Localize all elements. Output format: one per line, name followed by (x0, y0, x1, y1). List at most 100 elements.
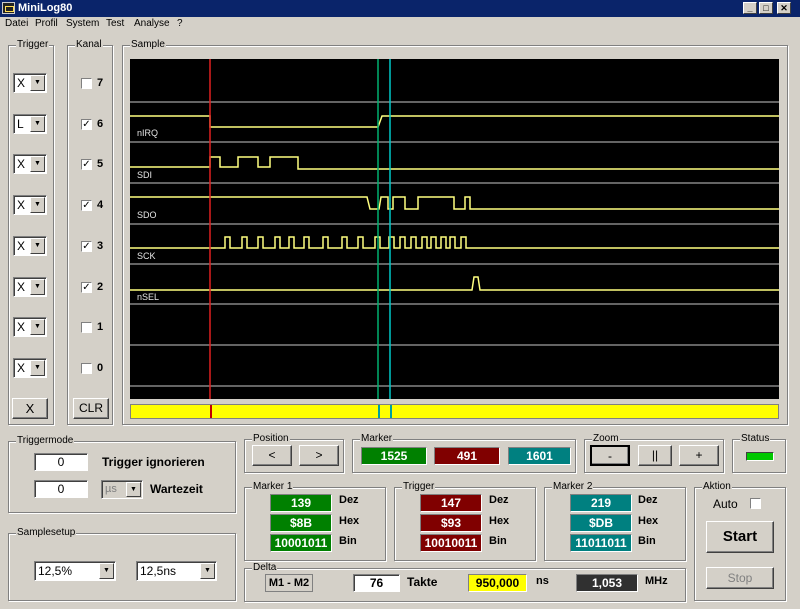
channel-clr-button[interactable]: CLR (73, 398, 109, 419)
chevron-down-icon[interactable]: ▼ (30, 238, 45, 254)
chevron-down-icon[interactable]: ▼ (30, 75, 45, 91)
chevron-down-icon[interactable]: ▼ (30, 319, 45, 335)
waveform-display[interactable]: nIRQ SDI SDO SCK nSEL (130, 59, 779, 399)
trigger-select-value: X (17, 361, 26, 375)
trigger-ignore-input[interactable]: 0 (34, 453, 88, 471)
chevron-down-icon[interactable]: ▼ (126, 482, 141, 497)
close-button[interactable]: ✕ (777, 2, 791, 14)
sample-period-select[interactable]: 12,5ns ▼ (136, 561, 217, 581)
timeline-marker2-mark (390, 405, 392, 418)
delta-mhz-label: MHz (645, 575, 668, 587)
channel-checkbox-0[interactable] (81, 363, 92, 374)
marker2-bin-label: Bin (638, 535, 656, 547)
sample-rate-select[interactable]: 12,5% ▼ (34, 561, 116, 581)
signal-label-sdo: SDO (137, 210, 157, 220)
marker1-position: 1525 (361, 447, 427, 465)
trigger-select-value: X (17, 76, 26, 90)
auto-checkbox[interactable] (750, 498, 761, 509)
timeline-trigger-mark (210, 405, 212, 418)
trigger-group-label: Trigger (16, 39, 50, 51)
chevron-down-icon[interactable]: ▼ (99, 563, 114, 579)
delta-group-label: Delta (252, 562, 278, 574)
marker1-dez-label: Dez (339, 494, 359, 506)
marker2-bin: 11011011 (570, 534, 632, 552)
signal-trace-sdi (130, 156, 779, 170)
trigger-select-ch4[interactable]: X ▼ (13, 195, 47, 215)
triggermode-group-label: Triggermode (16, 435, 75, 447)
channel-number-label: 6 (97, 118, 104, 130)
channel-number-label: 1 (97, 321, 104, 333)
channel-checkbox-4[interactable]: ✓ (81, 200, 92, 211)
trigger-ignore-label: Trigger ignorieren (102, 455, 205, 469)
stop-button[interactable]: Stop (706, 567, 774, 589)
menu-bar: Datei Profil System Test Analyse ? (0, 17, 800, 32)
menu-system[interactable]: System (66, 18, 99, 29)
position-left-button[interactable]: < (252, 445, 292, 466)
delta-mode[interactable]: M1 - M2 (265, 574, 313, 592)
chevron-down-icon[interactable]: ▼ (30, 360, 45, 376)
trigger-dez: 147 (420, 494, 482, 512)
start-button[interactable]: Start (706, 521, 774, 553)
marker1-bin-label: Bin (339, 535, 357, 547)
wait-time-input[interactable]: 0 (34, 480, 88, 498)
trigger-clear-button[interactable]: X (12, 398, 48, 419)
trigger-select-ch1[interactable]: X ▼ (13, 317, 47, 337)
channel-checkbox-2[interactable]: ✓ (81, 282, 92, 293)
chevron-down-icon[interactable]: ▼ (30, 279, 45, 295)
auto-label: Auto (713, 497, 738, 511)
marker2-dez: 219 (570, 494, 632, 512)
trigger-select-ch2[interactable]: X ▼ (13, 277, 47, 297)
aktion-group-label: Aktion (702, 481, 732, 493)
position-right-button[interactable]: > (299, 445, 339, 466)
chevron-down-icon[interactable]: ▼ (30, 116, 45, 132)
trigger-select-ch0[interactable]: X ▼ (13, 358, 47, 378)
trigger-select-ch3[interactable]: X ▼ (13, 236, 47, 256)
samplesetup-group-label: Samplesetup (16, 527, 77, 539)
menu-test[interactable]: Test (106, 18, 124, 29)
signal-trace-sck (130, 236, 779, 249)
marker1-group-label: Marker 1 (252, 481, 294, 493)
delta-takte-value: 76 (353, 574, 400, 592)
sample-rate-value: 12,5% (38, 564, 73, 578)
minimize-button[interactable]: _ (743, 2, 757, 14)
menu-profil[interactable]: Profil (35, 18, 58, 29)
zoom-in-button[interactable]: + (679, 445, 719, 466)
trigger-select-ch7[interactable]: X ▼ (13, 73, 47, 93)
chevron-down-icon[interactable]: ▼ (200, 563, 215, 579)
timeline-marker1-mark (378, 405, 380, 418)
sample-period-value: 12,5ns (140, 564, 177, 578)
delta-ns-label: ns (536, 575, 549, 587)
signal-label-nsel: nSEL (137, 292, 159, 302)
chevron-down-icon[interactable]: ▼ (30, 156, 45, 172)
channel-number-label: 2 (97, 281, 104, 293)
menu-analyse[interactable]: Analyse (134, 18, 170, 29)
channel-checkbox-3[interactable]: ✓ (81, 241, 92, 252)
menu-help[interactable]: ? (177, 18, 183, 29)
position-group-label: Position (252, 433, 290, 445)
signal-trace-nsel (130, 276, 779, 291)
zoom-pause-button[interactable]: || (638, 445, 672, 466)
signal-label-sdi: SDI (137, 170, 152, 180)
timeline-svg (210, 405, 392, 418)
channel-checkbox-6[interactable]: ✓ (81, 119, 92, 130)
trigger-select-value: X (17, 198, 26, 212)
marker2-position: 1601 (508, 447, 571, 465)
timeline-bar[interactable] (130, 404, 779, 419)
window-title: MiniLog80 (18, 2, 73, 14)
trigger-select-ch5[interactable]: X ▼ (13, 154, 47, 174)
trigger-select-ch6[interactable]: L ▼ (13, 114, 47, 134)
trigger-select-value: X (17, 239, 26, 253)
menu-datei[interactable]: Datei (5, 18, 28, 29)
marker2-group-label: Marker 2 (552, 481, 594, 493)
channel-number-label: 4 (97, 199, 104, 211)
channel-number-label: 5 (97, 158, 104, 170)
channel-checkbox-1[interactable] (81, 322, 92, 333)
channel-checkbox-7[interactable] (81, 78, 92, 89)
wait-unit-select[interactable]: µs ▼ (101, 480, 143, 499)
zoom-out-button[interactable]: - (590, 445, 630, 466)
chevron-down-icon[interactable]: ▼ (30, 197, 45, 213)
zoom-group-label: Zoom (592, 433, 620, 445)
channel-checkbox-5[interactable]: ✓ (81, 159, 92, 170)
maximize-button[interactable]: □ (759, 2, 773, 14)
trigger-hex-label: Hex (489, 515, 510, 527)
